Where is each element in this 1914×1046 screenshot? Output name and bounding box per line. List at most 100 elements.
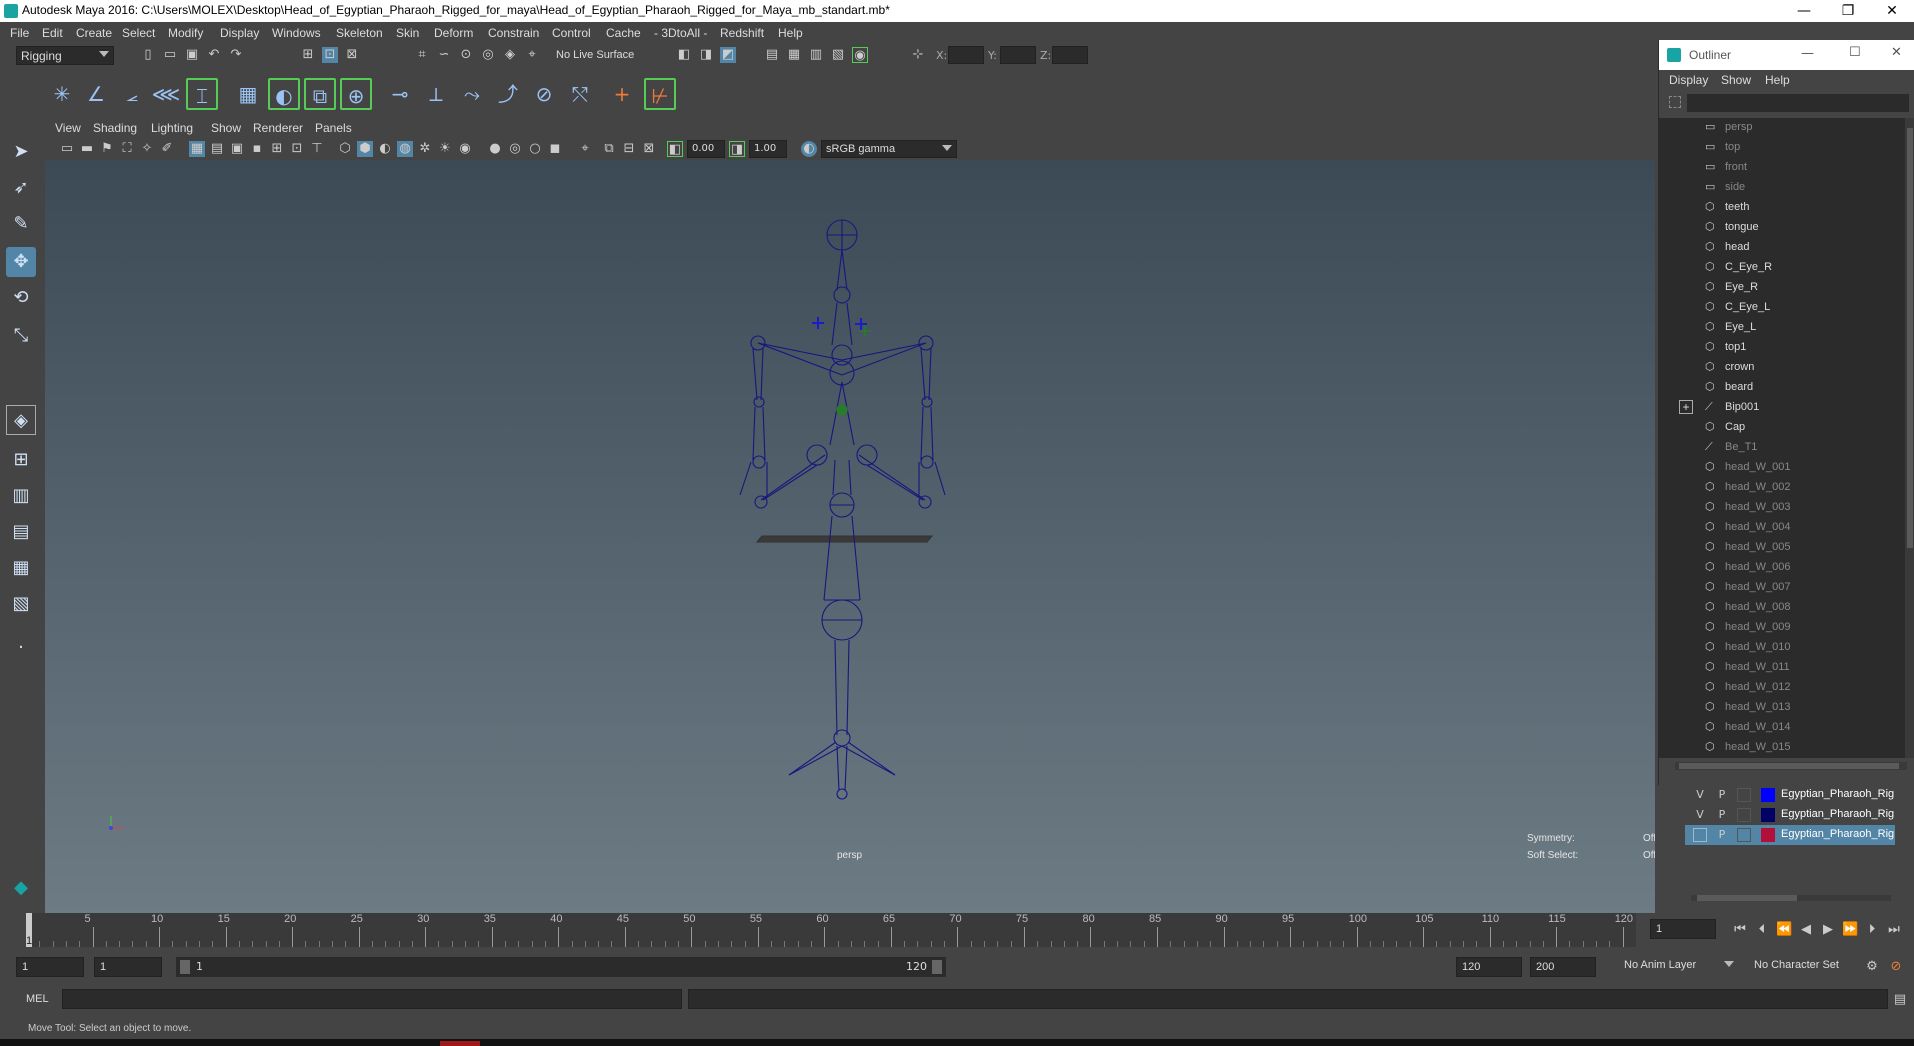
layer-display-type-toggle[interactable] <box>1737 788 1751 802</box>
set-key-icon[interactable]: + <box>606 78 638 110</box>
outliner-list[interactable]: ▭ persp ▭ top ▭ front ▭ side ⬡ teeth ⬡ tongue ⬡ head ⬡… <box>1659 118 1905 758</box>
select-hierarchy-icon[interactable]: ⊞ <box>300 47 316 63</box>
layer-visibility-toggle[interactable] <box>1693 828 1707 842</box>
paint-select-icon[interactable]: ✎ <box>6 209 36 239</box>
y-field[interactable] <box>1000 46 1036 64</box>
paint-weights-icon[interactable]: ◐ <box>268 78 300 110</box>
layer-visibility-toggle[interactable]: V <box>1693 808 1707 821</box>
ipr-render-icon[interactable]: ▥ <box>808 47 824 63</box>
mel-input[interactable] <box>62 989 682 1009</box>
two-d-pan-icon[interactable]: ✧ <box>139 141 155 157</box>
persp-outliner-icon[interactable]: ▥ <box>6 481 36 511</box>
wireframe-on-shaded-icon[interactable]: ◐ <box>377 141 393 157</box>
layer-row[interactable]: V P Egyptian_Pharaoh_Rig <box>1685 785 1895 805</box>
play-forwards-icon[interactable]: ▶ <box>1820 922 1836 938</box>
mel-label[interactable]: MEL <box>26 993 49 1005</box>
outliner-item[interactable]: ⬡ Eye_R <box>1659 278 1905 298</box>
color-management-icon[interactable]: ◐ <box>801 141 817 157</box>
outliner-item[interactable]: ⬡ head_W_002 <box>1659 478 1905 498</box>
snap-surface-icon[interactable]: ◈ <box>502 47 518 63</box>
menu-select[interactable]: Select <box>122 26 155 40</box>
bind-skin-icon[interactable]: ▦ <box>232 78 264 110</box>
outliner-item[interactable]: ⬡ head_W_013 <box>1659 698 1905 718</box>
four-view-icon[interactable]: ⊞ <box>6 445 36 475</box>
outliner-maximize-icon[interactable]: ☐ <box>1849 45 1861 60</box>
outliner-item[interactable]: ⬡ head_W_001 <box>1659 458 1905 478</box>
skeleton-rig[interactable] <box>45 160 1655 913</box>
menu-set-dropdown[interactable]: Rigging <box>16 46 114 65</box>
outliner-item[interactable]: ⬡ head_W_012 <box>1659 678 1905 698</box>
menu-cache[interactable]: Cache <box>606 26 641 40</box>
safe-title-icon[interactable]: ⊤ <box>309 141 325 157</box>
layer-color-swatch[interactable] <box>1761 828 1775 842</box>
outliner-item[interactable]: ⬡ head_W_014 <box>1659 718 1905 738</box>
vp-menu-lighting[interactable]: Lighting <box>151 121 193 135</box>
outliner-minimize-icon[interactable]: — <box>1801 46 1814 61</box>
bookmark-icon[interactable]: ⚑ <box>99 141 115 157</box>
add-key-icon[interactable]: ⊬ <box>644 78 676 110</box>
outliner-titlebar[interactable]: Outliner — ☐ ✕ <box>1659 40 1914 70</box>
layer-hscroll-thumb[interactable] <box>1697 895 1797 901</box>
playback-start-field[interactable]: 1 <box>94 957 162 977</box>
outliner-filter-icon[interactable] <box>1669 96 1681 108</box>
locator-icon[interactable]: ⌶ <box>186 78 218 110</box>
key-preferences-icon[interactable]: ⚙ <box>1864 959 1880 975</box>
ik-handle-icon[interactable]: ∠ <box>80 78 112 110</box>
outliner-item[interactable]: ⬡ head_W_007 <box>1659 578 1905 598</box>
close-icon[interactable]: ✕ <box>1870 0 1914 22</box>
isolate-select-icon[interactable]: ● <box>487 141 503 157</box>
layer-display-type-toggle[interactable] <box>1737 828 1751 842</box>
resolution-gate-icon[interactable]: ▣ <box>229 141 245 157</box>
layer-visibility-toggle[interactable]: V <box>1693 788 1707 801</box>
render-view-icon[interactable]: ▤ <box>764 47 780 63</box>
restore-icon[interactable]: ❐ <box>1826 0 1870 22</box>
outliner-menu-display[interactable]: Display <box>1669 73 1708 87</box>
z-field[interactable] <box>1052 46 1088 64</box>
layer-playback-toggle[interactable]: P <box>1715 788 1729 801</box>
vp-menu-view[interactable]: View <box>55 121 81 135</box>
single-view-icon[interactable]: ◈ <box>6 405 36 435</box>
time-slider[interactable]: 1 5 10 15 20 25 30 35 40 45 50 55 60 65 70 75 80 85 90 95 1… <box>0 913 1914 949</box>
select-tool-icon[interactable]: ➤ <box>6 137 36 167</box>
character-set-dropdown[interactable]: No Character Set <box>1750 957 1862 977</box>
vp-menu-show[interactable]: Show <box>211 121 241 135</box>
minimize-icon[interactable]: — <box>1782 0 1826 22</box>
menu-file[interactable]: File <box>10 26 29 40</box>
go-to-end-icon[interactable]: ⏭ <box>1886 922 1902 938</box>
select-component-icon[interactable]: ⊠ <box>344 47 360 63</box>
layer-color-swatch[interactable] <box>1761 808 1775 822</box>
menu-constrain[interactable]: Constrain <box>488 26 539 40</box>
step-back-frame-icon[interactable]: ⏴ <box>1754 922 1770 938</box>
render-current-icon[interactable]: ▦ <box>786 47 802 63</box>
outliner-item[interactable]: ⬡ head_W_011 <box>1659 658 1905 678</box>
outliner-item[interactable]: ⬡ C_Eye_L <box>1659 298 1905 318</box>
outliner-menu-show[interactable]: Show <box>1721 73 1751 87</box>
outliner-scroll-thumb[interactable] <box>1907 128 1913 548</box>
outliner-item[interactable]: ⬡ crown <box>1659 358 1905 378</box>
hypershade-icon[interactable]: ◉ <box>852 47 868 63</box>
smooth-shade-icon[interactable]: ⬢ <box>357 141 373 157</box>
layer-display-type-toggle[interactable] <box>1737 808 1751 822</box>
menu-modify[interactable]: Modify <box>168 26 203 40</box>
outliner-item[interactable]: ⬡ head_W_009 <box>1659 618 1905 638</box>
outliner-item[interactable]: ⬡ head_W_003 <box>1659 498 1905 518</box>
expand-icon[interactable]: + <box>1679 400 1693 414</box>
mirror-joint-icon[interactable]: ⋘ <box>150 78 182 110</box>
menu-3dtoall[interactable]: - 3DtoAll - <box>654 26 707 40</box>
script-editor-icon[interactable]: ▤ <box>1892 992 1908 1008</box>
play-backwards-icon[interactable]: ◀ <box>1798 922 1814 938</box>
outliner-item[interactable]: ⬡ tongue <box>1659 218 1905 238</box>
outliner-layout-icon[interactable]: ▧ <box>6 589 36 619</box>
shadows-icon[interactable]: ☀ <box>437 141 453 157</box>
transform-mode-icon[interactable]: ⊹ <box>910 47 926 63</box>
outliner-item[interactable]: ▭ top <box>1659 138 1905 158</box>
safe-action-icon[interactable]: ⊡ <box>289 141 305 157</box>
lasso-tool-icon[interactable]: ➶ <box>6 173 36 203</box>
range-handle-end[interactable] <box>932 960 942 974</box>
auto-key-icon[interactable]: ⊘ <box>1888 959 1904 975</box>
anim-layer-dropdown[interactable]: No Anim Layer <box>1620 957 1738 977</box>
menu-edit[interactable]: Edit <box>42 26 63 40</box>
render-settings-icon[interactable]: ▧ <box>830 47 846 63</box>
exposure-icon[interactable]: ◧ <box>667 141 683 157</box>
menu-help[interactable]: Help <box>778 26 803 40</box>
